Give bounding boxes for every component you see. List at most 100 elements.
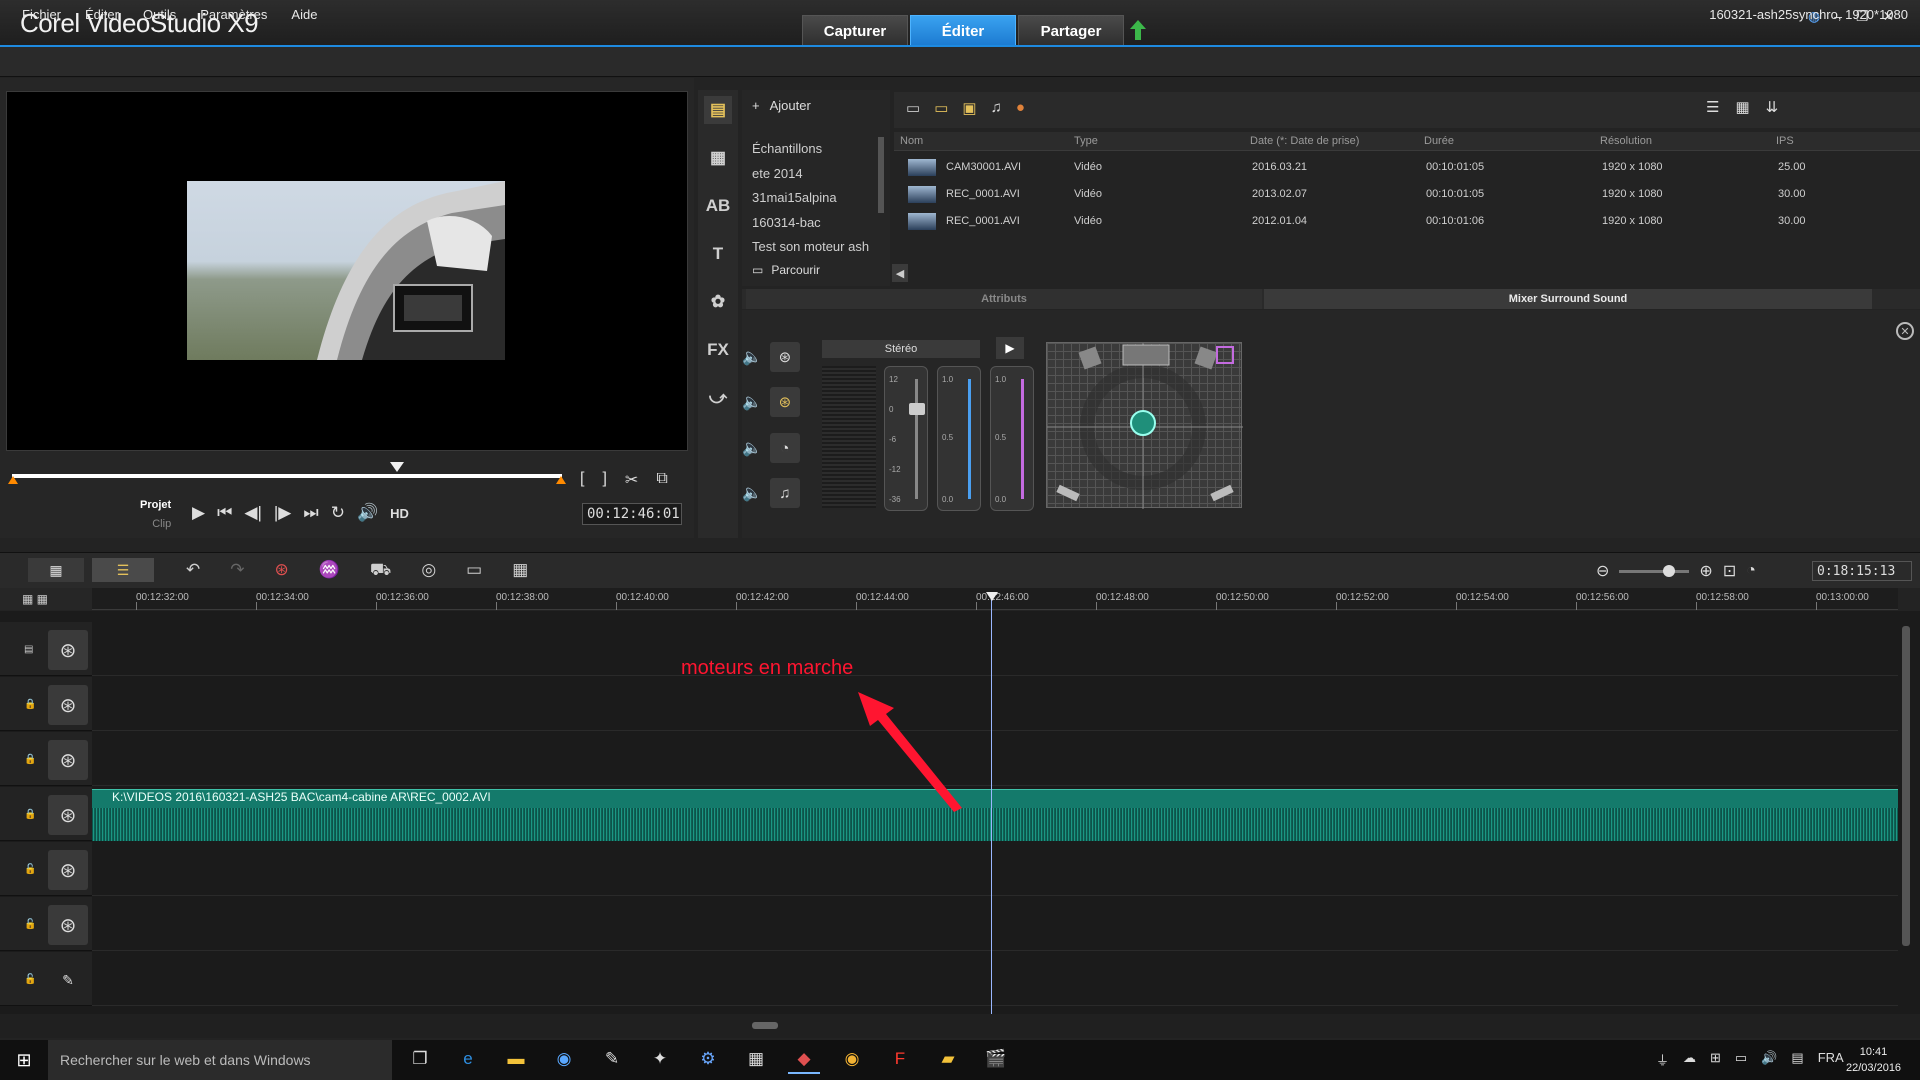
zoom-in-icon[interactable]: ⊕ [1699,561,1712,581]
split-clip-button[interactable]: ✂ [625,470,638,490]
close-icon[interactable]: ✕ [1896,322,1914,340]
media-icon[interactable]: ▤ [704,96,732,124]
import-media-icon[interactable]: ● [1016,99,1025,117]
mark-out-handle[interactable] [556,476,566,484]
volume-icon[interactable]: 🔊 [357,503,378,523]
network-app-icon[interactable]: ⊞ [1710,1050,1721,1069]
fx-icon[interactable]: FX [704,336,732,364]
calculator-icon[interactable]: ▦ [740,1046,772,1074]
zoom-slider[interactable] [1619,564,1690,577]
tab-editer[interactable]: Éditer [910,15,1016,46]
unlock-icon[interactable]: 🔓 [24,864,36,875]
folder-item[interactable]: ete 2014 [752,162,869,187]
file-row[interactable]: REC_0001.AVI Vidéo 2013.02.07 00:10:01:0… [894,181,1920,208]
film-reel-icon[interactable]: ⊛ [48,740,88,780]
film-reel-icon[interactable]: ⊛ [48,630,88,670]
auto-music-icon[interactable]: ⛟ [370,560,391,582]
previous-frame-icon[interactable]: ◀| [244,503,262,523]
folder-app-icon[interactable]: ▰ [932,1046,964,1074]
enlarge-preview-button[interactable]: ⧉ [656,470,667,490]
mixer-play-button[interactable]: ▶ [996,337,1024,359]
menu-parametres[interactable]: Paramètres [200,7,267,22]
tab-mixer-surround[interactable]: Mixer Surround Sound [1264,289,1872,309]
mixer-track-overlay[interactable]: 🔈 ⊛ [742,383,812,421]
next-frame-icon[interactable]: |▶ [274,503,292,523]
film-reel-icon[interactable]: ⊛ [48,905,88,945]
zoom-knob[interactable] [1663,564,1676,577]
videostudio-icon[interactable]: ◆ [788,1046,820,1074]
show-photo-icon[interactable]: ▣ [962,99,976,117]
timecode-field[interactable]: 00:12:46:01 [582,503,682,525]
browse-button[interactable]: ▭ Parcourir [752,263,820,277]
mixer-track-voice[interactable]: 🔈 ◔ [742,429,812,467]
track-lane[interactable] [92,842,1898,896]
column-type[interactable]: Type [1074,135,1098,147]
redo-icon[interactable]: ↷ [230,560,244,582]
stereo-label[interactable]: Stéréo [822,340,980,358]
taskbar-clock[interactable]: 10:41 22/03/2016 [1846,1044,1901,1076]
column-duration[interactable]: Durée [1424,135,1454,147]
unlock-icon[interactable]: 🔓 [24,919,36,930]
subwoofer-fader[interactable]: 1.0 0.5 0.0 [990,366,1034,511]
mail-app-icon[interactable]: ◉ [548,1046,580,1074]
transition-icon[interactable]: AB [704,192,732,220]
center-fader[interactable]: 1.0 0.5 0.0 [937,366,981,511]
menu-editer[interactable]: Éditer [85,7,119,22]
menu-outils[interactable]: Outils [143,7,176,22]
folder-item[interactable]: 31mai15alpina [752,186,869,211]
mark-in-button[interactable]: [ [580,470,584,490]
clapperboard-icon[interactable]: 🎬 [980,1046,1012,1074]
folder-item[interactable]: Test son moteur ash [752,235,869,260]
menu-fichier[interactable]: Fichier [22,7,61,22]
network-icon[interactable]: ▭ [1735,1050,1747,1069]
film-reel-icon[interactable]: ⊛ [48,685,88,725]
column-fps[interactable]: IPS [1776,135,1794,147]
folder-scrollbar[interactable] [878,137,884,213]
folder-item[interactable]: 160314-bac [752,211,869,236]
file-explorer-icon[interactable]: ▬ [500,1046,532,1074]
motion-tracking-icon[interactable]: ◎ [421,560,436,582]
playhead-line[interactable] [991,598,992,1014]
windows-start-icon[interactable]: ⊞ [0,1040,48,1080]
mode-clip[interactable]: Clip [140,515,171,534]
mark-in-handle[interactable] [8,476,18,484]
file-row[interactable]: CAM30001.AVI Vidéo 2016.03.21 00:10:01:0… [894,154,1920,181]
show-audio-icon[interactable]: ♫ [991,99,1002,117]
tab-capturer[interactable]: Capturer [802,15,908,46]
timeline-vertical-scrollbar[interactable] [1902,626,1910,946]
graphic-icon[interactable]: ✿ [704,288,732,316]
upload-icon[interactable] [1130,20,1146,40]
storyboard-view-button[interactable]: ▦ [28,558,84,582]
show-video-icon[interactable]: ▭ [934,99,948,117]
fader-knob[interactable] [909,403,925,415]
column-name[interactable]: Nom [900,135,923,147]
zoom-out-icon[interactable]: ⊖ [1596,561,1609,581]
volume-tray-icon[interactable]: 🔊 [1761,1050,1777,1069]
sound-mixer-icon[interactable]: ♒ [319,560,340,582]
speaker-icon[interactable]: 🔈 [742,347,762,367]
surround-position-handle[interactable] [1130,410,1156,436]
voice-icon[interactable]: ✎ [48,960,88,1000]
track-lane[interactable] [92,952,1898,1006]
end-icon[interactable]: ⏭ [303,503,318,523]
lock-icon[interactable]: 🔒 [24,754,36,765]
speaker-icon[interactable]: 🔈 [742,392,762,412]
film-reel-icon[interactable]: ⊛ [48,850,88,890]
scrub-handle[interactable] [390,462,404,472]
playhead-handle[interactable] [986,592,998,601]
media-app-icon[interactable]: ✦ [644,1046,676,1074]
scrub-bar[interactable] [12,474,562,478]
speaker-icon[interactable]: 🔈 [742,483,762,503]
lock-icon[interactable]: 🔒 [24,699,36,710]
column-date[interactable]: Date (*: Date de prise) [1250,135,1359,147]
chrome-icon[interactable]: ◉ [836,1046,868,1074]
add-folder-button[interactable]: + Ajouter [752,98,811,113]
column-resolution[interactable]: Résolution [1600,135,1652,147]
undo-icon[interactable]: ↶ [186,560,200,582]
home-icon[interactable]: ⏮ [217,503,232,523]
volume-fader[interactable]: 12 0 -6 -12 -36 [884,366,928,511]
speaker-icon[interactable]: 🔈 [742,438,762,458]
unlock-icon[interactable]: 🔓 [24,974,36,985]
subtitle-editor-icon[interactable]: ▭ [466,560,482,582]
instant-project-icon[interactable]: ▦ [704,144,732,172]
